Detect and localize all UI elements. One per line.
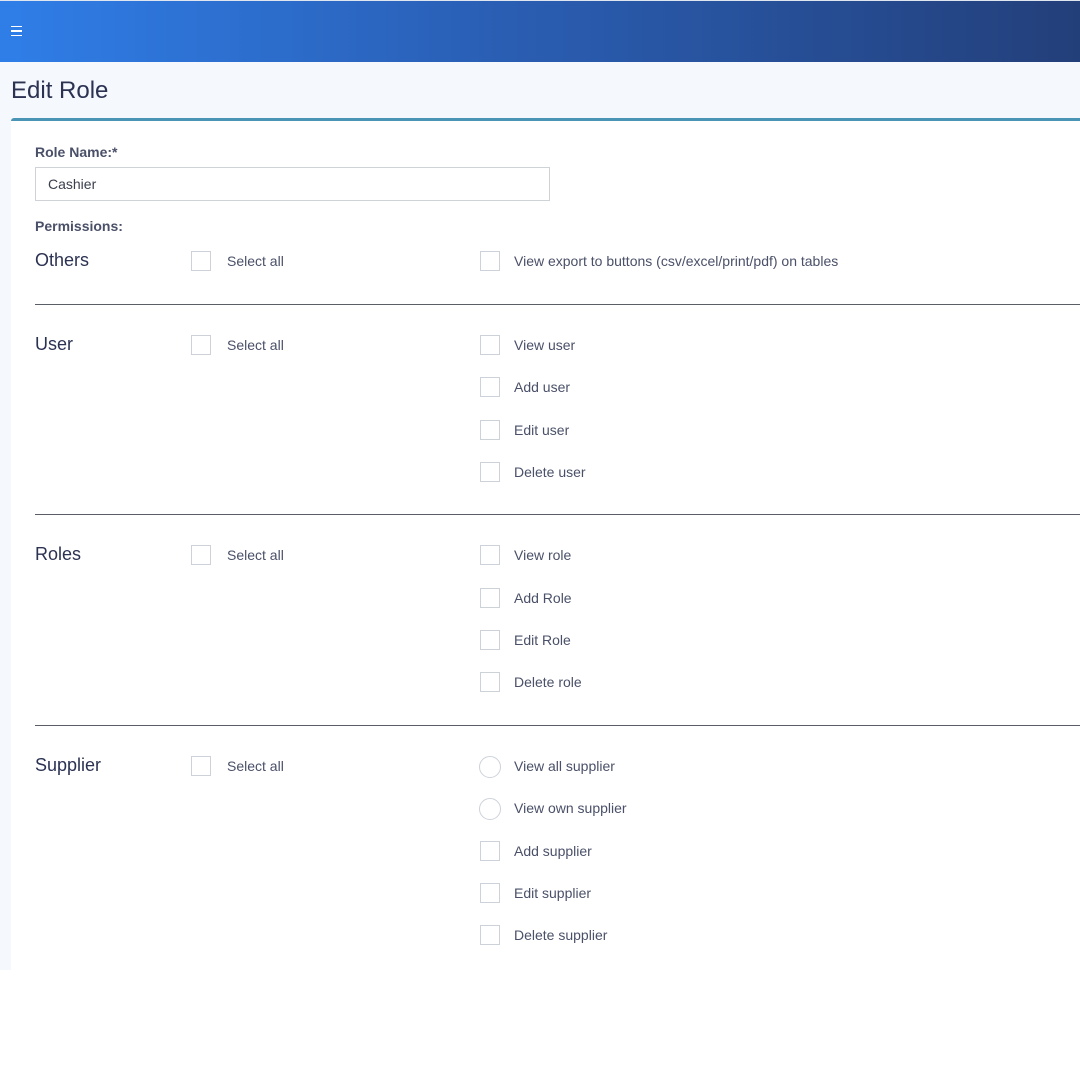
delete-role-checkbox[interactable] [480, 672, 500, 692]
view-export-to-buttons-csv-excel-print-p-checkbox[interactable] [480, 251, 500, 271]
delete-supplier-label[interactable]: Delete supplier [514, 926, 607, 944]
view-export-to-buttons-csv-excel-print-p-label[interactable]: View export to buttons (csv/excel/print/… [514, 252, 838, 270]
user-divider [35, 514, 1080, 515]
add-role-checkbox[interactable] [480, 588, 500, 608]
add-role-label[interactable]: Add Role [514, 589, 572, 607]
role-name-input[interactable] [35, 167, 550, 201]
delete-user-label[interactable]: Delete user [514, 463, 586, 481]
delete-role-label[interactable]: Delete role [514, 673, 582, 691]
group-title-roles: Roles [35, 544, 82, 564]
add-supplier-label[interactable]: Add supplier [514, 842, 592, 860]
view-own-supplier-radio[interactable] [479, 798, 501, 820]
edit-role-checkbox[interactable] [480, 630, 500, 650]
select-all-others-label[interactable]: Select all [227, 252, 284, 270]
select-all-roles-checkbox[interactable] [191, 545, 211, 565]
edit-supplier-label[interactable]: Edit supplier [514, 884, 591, 902]
top-navbar [0, 0, 1080, 62]
add-supplier-checkbox[interactable] [480, 841, 500, 861]
view-all-supplier-radio[interactable] [479, 756, 501, 778]
select-all-roles-label[interactable]: Select all [227, 546, 284, 564]
page-title: Edit Role [11, 77, 109, 104]
select-all-others-checkbox[interactable] [191, 251, 211, 271]
hamburger-menu-icon[interactable] [11, 23, 23, 39]
view-all-supplier-label[interactable]: View all supplier [514, 757, 615, 775]
edit-user-checkbox[interactable] [480, 420, 500, 440]
edit-supplier-checkbox[interactable] [480, 883, 500, 903]
select-all-supplier-checkbox[interactable] [191, 756, 211, 776]
roles-divider [35, 725, 1080, 726]
edit-role-label[interactable]: Edit Role [514, 631, 571, 649]
group-title-others: Others [35, 250, 90, 270]
add-user-label[interactable]: Add user [514, 378, 570, 396]
add-user-checkbox[interactable] [480, 377, 500, 397]
select-all-user-label[interactable]: Select all [227, 336, 284, 354]
view-role-label[interactable]: View role [514, 546, 571, 564]
view-own-supplier-label[interactable]: View own supplier [514, 799, 627, 817]
select-all-supplier-label[interactable]: Select all [227, 757, 284, 775]
role-name-label: Role Name:* [35, 144, 118, 160]
edit-user-label[interactable]: Edit user [514, 421, 569, 439]
delete-supplier-checkbox[interactable] [480, 925, 500, 945]
others-divider [35, 304, 1080, 305]
delete-user-checkbox[interactable] [480, 462, 500, 482]
view-role-checkbox[interactable] [480, 545, 500, 565]
group-title-supplier: Supplier [35, 755, 102, 775]
view-user-label[interactable]: View user [514, 336, 575, 354]
select-all-user-checkbox[interactable] [191, 335, 211, 355]
permissions-label: Permissions: [35, 218, 123, 234]
group-title-user: User [35, 334, 74, 354]
view-user-checkbox[interactable] [480, 335, 500, 355]
